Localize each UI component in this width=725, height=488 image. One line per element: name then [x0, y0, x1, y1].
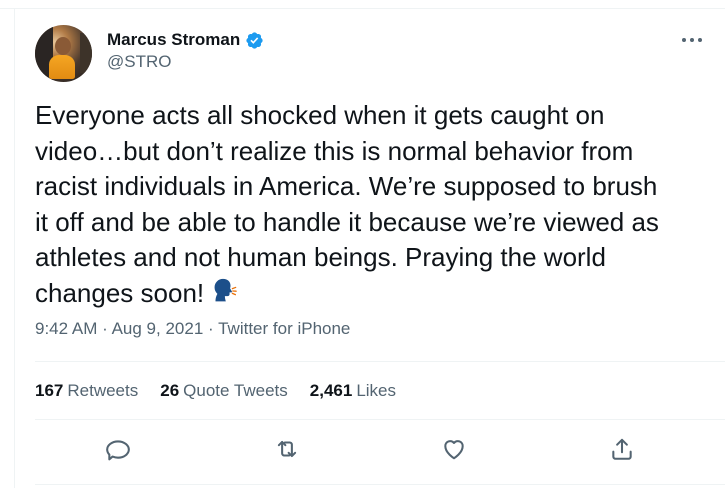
avatar[interactable] [35, 25, 92, 82]
retweets-label: Retweets [67, 381, 139, 400]
reply-icon[interactable] [105, 436, 135, 466]
retweets-stat[interactable]: 167 Retweets [35, 381, 138, 401]
tweet-text: Everyone acts all shocked when it gets c… [35, 98, 715, 312]
meta-separator: · [102, 319, 108, 338]
likes-stat[interactable]: 2,461 Likes [310, 381, 396, 401]
more-options-icon[interactable] [672, 30, 712, 50]
tweet-time[interactable]: 9:42 AM [35, 319, 97, 338]
likes-label: Likes [356, 381, 396, 400]
action-bar [35, 436, 665, 466]
divider-bottom [35, 419, 725, 420]
share-icon[interactable] [609, 436, 639, 466]
engagement-stats: 167 Retweets 26 Quote Tweets 2,461 Likes [35, 381, 396, 401]
bottom-border [35, 484, 725, 485]
retweet-icon[interactable] [274, 436, 304, 466]
verified-badge-icon [245, 31, 264, 50]
tweet-body: Everyone acts all shocked when it gets c… [35, 100, 659, 308]
tweet-date[interactable]: Aug 9, 2021 [112, 319, 204, 338]
meta-separator-2: · [208, 319, 214, 338]
speaking-head-emoji-icon [208, 276, 238, 306]
author-handle[interactable]: @STRO [107, 52, 171, 72]
quote-tweets-label: Quote Tweets [183, 381, 288, 400]
like-icon[interactable] [441, 436, 471, 466]
quote-tweets-stat[interactable]: 26 Quote Tweets [160, 381, 288, 401]
author-name-row[interactable]: Marcus Stroman [107, 30, 264, 50]
tweet-card: Marcus Stroman @STRO Everyone acts all s… [0, 0, 725, 488]
top-border [0, 8, 725, 9]
author-display-name[interactable]: Marcus Stroman [107, 30, 240, 50]
likes-count: 2,461 [309, 381, 353, 400]
quote-tweets-count: 26 [160, 381, 180, 400]
left-border [14, 8, 15, 488]
retweets-count: 167 [35, 381, 64, 400]
divider-top [35, 361, 725, 362]
tweet-meta: 9:42 AM · Aug 9, 2021 · Twitter for iPho… [35, 319, 350, 339]
tweet-source[interactable]: Twitter for iPhone [218, 319, 350, 338]
